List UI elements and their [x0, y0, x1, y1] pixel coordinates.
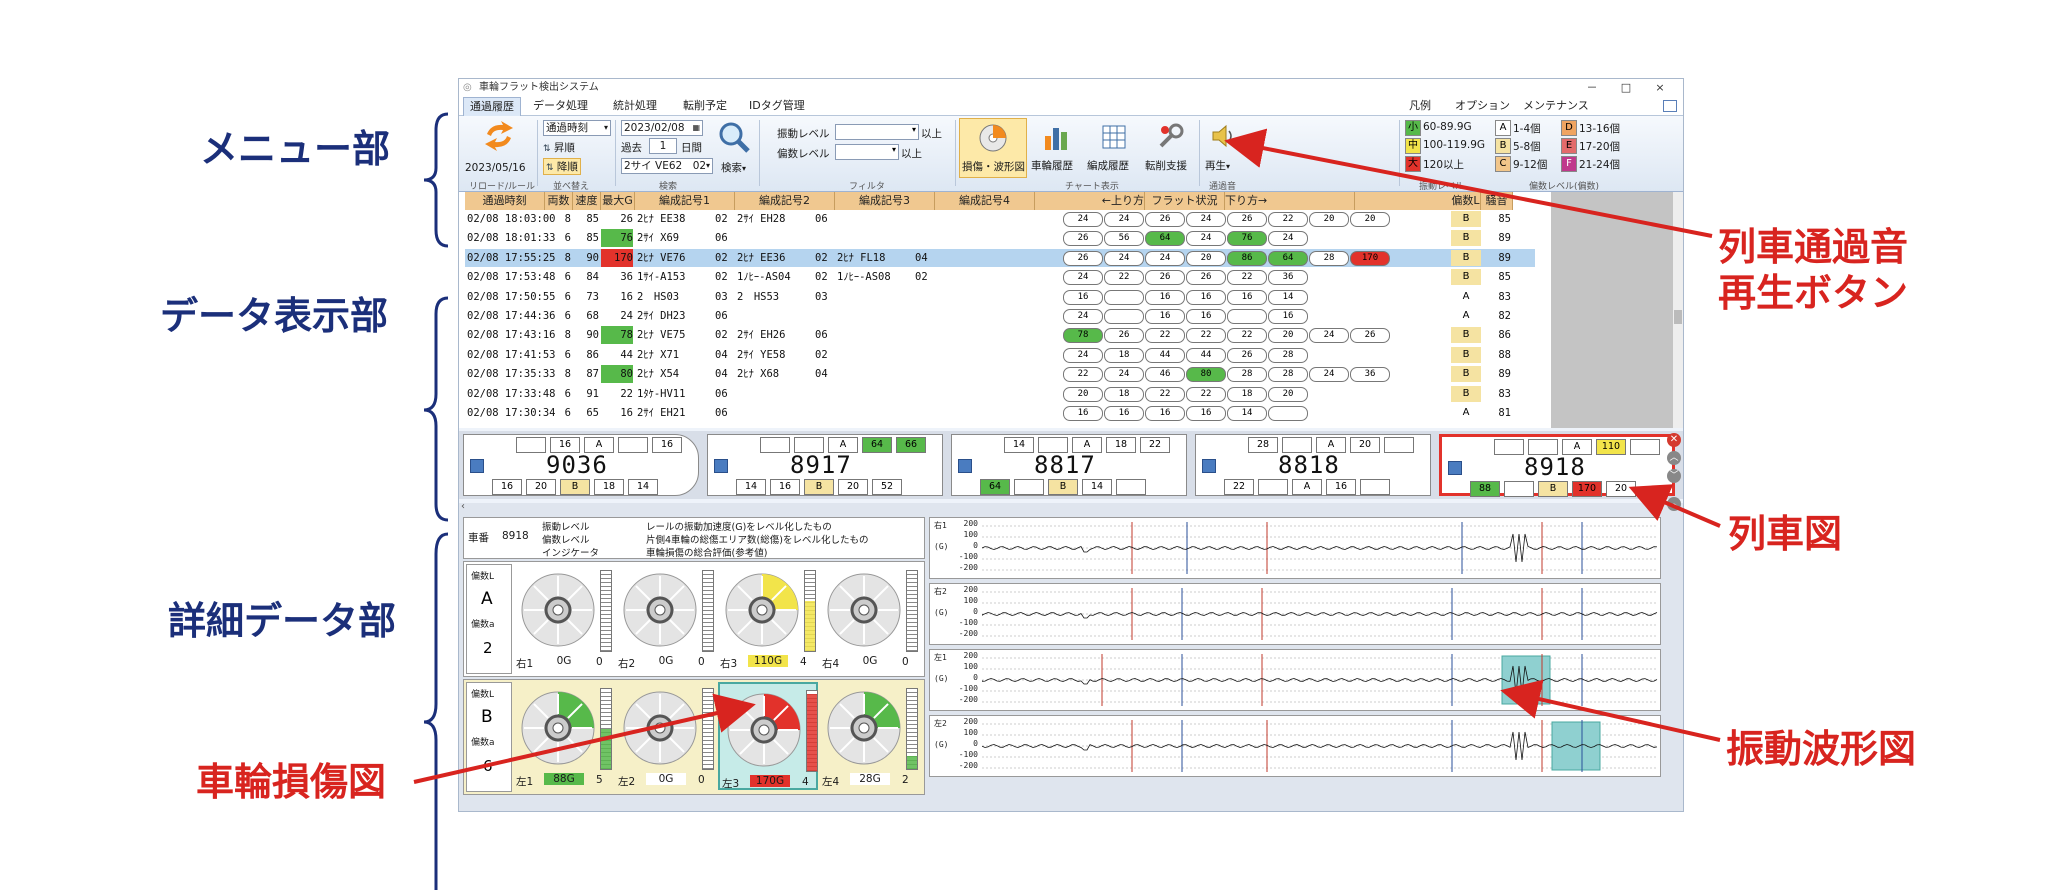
annotation-arrows: [413, 128, 1721, 784]
